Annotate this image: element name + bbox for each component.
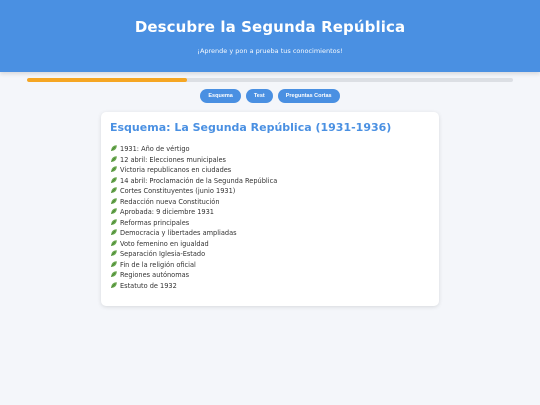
outline-item: Fin de la religión oficial: [110, 260, 277, 271]
outline-item-label: 1931: Año de vértigo: [120, 145, 190, 153]
outline-item: Cortes Constituyentes (junio 1931): [110, 186, 277, 197]
outline-item-label: Cortes Constituyentes (junio 1931): [120, 187, 236, 195]
page-title: Descubre la Segunda República: [134, 18, 406, 36]
outline-item-label: Democracia y libertades ampliadas: [120, 229, 237, 237]
leaf-icon: [110, 165, 118, 173]
short-questions-button[interactable]: Preguntas Cortas: [277, 89, 340, 103]
outline-item-label: Aprobada: 9 diciembre 1931: [120, 208, 214, 216]
progress-bar: [27, 78, 513, 82]
leaf-icon: [110, 186, 118, 194]
outline-button[interactable]: Esquema: [200, 89, 241, 103]
page-header: Descubre la Segunda República ¡Aprende y…: [0, 0, 540, 72]
leaf-icon: [110, 270, 118, 278]
leaf-icon: [110, 228, 118, 236]
leaf-icon: [110, 207, 118, 215]
outline-item: Separación Iglesia-Estado: [110, 249, 277, 260]
leaf-icon: [110, 249, 118, 257]
outline-item: Democracia y libertades ampliadas: [110, 228, 277, 239]
outline-item-label: 12 abril: Elecciones municipales: [120, 155, 226, 164]
outline-item-label: 14 abril: Proclamación de la Segunda Rep…: [120, 176, 278, 185]
outline-item-label: Reformas principales: [120, 218, 190, 227]
leaf-icon: [110, 197, 118, 205]
outline-item: 14 abril: Proclamación de la Segunda Rep…: [110, 176, 277, 187]
outline-item-label: Separación Iglesia-Estado: [120, 250, 206, 258]
outline-item: 12 abril: Elecciones municipales: [110, 155, 277, 166]
progress-bar-fill: [27, 78, 188, 82]
outline-item-label: Regiones autónomas: [120, 271, 190, 279]
leaf-icon: [110, 176, 118, 184]
leaf-icon: [110, 218, 118, 226]
outline-item-label: Fin de la religión oficial: [120, 260, 196, 269]
outline-title: Esquema: La Segunda República (1931-1936…: [110, 121, 392, 134]
outline-item: Victoria republicanos en ciudades: [110, 165, 277, 176]
outline-item: 1931: Año de vértigo: [110, 144, 277, 155]
leaf-icon: [110, 144, 118, 152]
outline-card: Esquema: La Segunda República (1931-1936…: [101, 112, 439, 306]
leaf-icon: [110, 239, 118, 247]
leaf-icon: [110, 155, 118, 163]
outline-item: Regiones autónomas: [110, 270, 277, 281]
outline-item-label: Estatuto de 1932: [120, 281, 177, 290]
outline-item: Reformas principales: [110, 218, 277, 229]
outline-item: Estatuto de 1932: [110, 281, 277, 292]
outline-item-label: Voto femenino en igualdad: [120, 239, 209, 248]
outline-item: Aprobada: 9 diciembre 1931: [110, 207, 277, 218]
outline-item: Voto femenino en igualdad: [110, 239, 277, 250]
outline-list: 1931: Año de vértigo 12 abril: Elecciones…: [110, 144, 277, 291]
section-nav: Esquema Test Preguntas Cortas: [0, 89, 540, 103]
leaf-icon: [110, 260, 118, 268]
outline-item-label: Victoria republicanos en ciudades: [120, 166, 232, 174]
test-button[interactable]: Test: [245, 89, 273, 103]
page-subtitle: ¡Aprende y pon a prueba tus conocimiento…: [197, 47, 343, 55]
leaf-icon: [110, 281, 118, 289]
outline-item: Redacción nueva Constitución: [110, 197, 277, 208]
outline-item-label: Redacción nueva Constitución: [120, 197, 220, 206]
